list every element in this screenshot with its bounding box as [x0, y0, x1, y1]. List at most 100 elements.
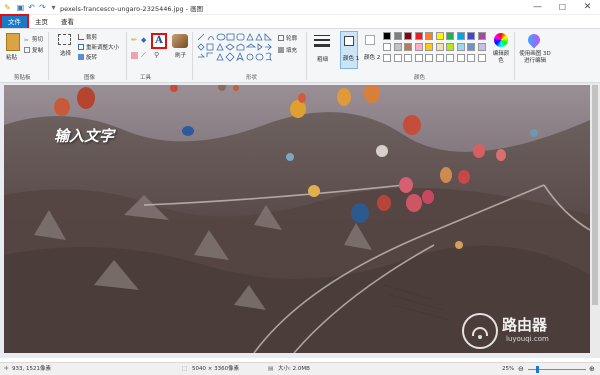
color-swatch[interactable]	[383, 32, 391, 40]
paint-app-icon: ✎	[4, 3, 11, 12]
select-button[interactable]: 选择	[60, 49, 71, 57]
zoom-slider[interactable]	[528, 366, 586, 373]
close-button[interactable]: ✕	[575, 0, 600, 15]
cut-button[interactable]: ✂ 剪切	[24, 35, 43, 44]
shapes-group-label: 形状	[246, 75, 258, 81]
color-swatch[interactable]	[414, 43, 423, 51]
edit-colors-button[interactable]: 编辑颜色	[492, 51, 510, 65]
minimize-button[interactable]: —	[525, 0, 550, 15]
outline-button[interactable]: 轮廓	[278, 34, 297, 42]
pencil-icon[interactable]: ✏	[131, 37, 138, 44]
color-swatch[interactable]	[435, 54, 444, 62]
color-swatch[interactable]	[456, 43, 465, 51]
save-icon[interactable]: ▣	[16, 3, 25, 12]
color-swatch[interactable]	[467, 43, 475, 51]
selection-icon: ⬚	[182, 366, 188, 372]
color1-swatch	[344, 36, 354, 46]
brush-icon[interactable]	[172, 34, 188, 48]
canvas-overlay-text[interactable]: 输入文字	[54, 125, 114, 146]
divider	[48, 32, 49, 80]
colors-group-label: 颜色	[414, 75, 426, 81]
tab-file[interactable]: 文件	[0, 14, 29, 30]
wifi-dot-icon	[478, 335, 482, 339]
color-swatch[interactable]	[383, 43, 391, 51]
ribbon: 粘贴 ✂ 剪切 复制 剪贴板 选择 裁剪 重新调整大小 旋转 图像 ✏ ◆ ⟋ A…	[0, 28, 600, 83]
color-swatch[interactable]	[435, 43, 444, 51]
paste-button[interactable]: 粘贴	[6, 53, 17, 61]
color-swatch[interactable]	[435, 32, 444, 40]
color-swatch[interactable]	[393, 43, 402, 51]
fill-icon[interactable]: ◆	[141, 37, 148, 44]
paint3d-icon[interactable]	[525, 31, 543, 49]
edit-colors-icon[interactable]	[494, 33, 508, 47]
cursor-icon: ✛	[4, 366, 9, 372]
zoom-in-button[interactable]: ⊕	[589, 363, 595, 375]
resize-button[interactable]: 重新调整大小	[78, 43, 119, 51]
color-swatch[interactable]	[393, 54, 402, 62]
color-swatch[interactable]	[425, 54, 433, 62]
color-swatch[interactable]	[456, 54, 465, 62]
divider	[192, 32, 193, 80]
divider	[514, 32, 515, 80]
color-swatch[interactable]	[404, 54, 412, 62]
color2-button[interactable]: 颜色 2	[362, 31, 380, 69]
fill-button[interactable]: 填充	[278, 46, 297, 54]
color-swatch[interactable]	[477, 32, 486, 40]
color-swatch[interactable]	[425, 43, 433, 51]
color-swatch[interactable]	[414, 32, 423, 40]
redo-icon[interactable]: ↷	[38, 3, 47, 12]
title-bar: ✎ ▣ ↶ ↷ ▾ pexels-francesco-ungaro-232544…	[0, 0, 600, 15]
color-swatch[interactable]	[425, 32, 433, 40]
zoom-slider-thumb[interactable]	[536, 366, 539, 373]
brushes-button[interactable]: 刷子	[175, 51, 186, 59]
color-swatch[interactable]	[446, 43, 454, 51]
color1-button[interactable]: 颜色 1	[340, 31, 360, 69]
thickness-button[interactable]: 粗细	[317, 55, 328, 63]
watermark-brand: 路由器	[502, 316, 548, 334]
vertical-scrollbar[interactable]	[590, 83, 600, 358]
paste-icon[interactable]	[6, 33, 20, 51]
copy-button[interactable]: 复制	[24, 46, 43, 54]
color-swatch[interactable]	[414, 54, 423, 62]
color-swatch[interactable]	[446, 54, 454, 62]
color-swatch[interactable]	[477, 54, 486, 62]
eraser-icon[interactable]	[131, 52, 138, 59]
color-picker-icon[interactable]: ⟋	[141, 52, 148, 59]
color-swatch[interactable]	[446, 32, 454, 40]
color2-label: 颜色 2	[364, 55, 381, 61]
color-swatch[interactable]	[477, 43, 486, 51]
shapes-gallery[interactable]	[196, 32, 274, 66]
thickness-line-3[interactable]	[314, 44, 330, 47]
scissors-icon: ✂	[24, 38, 29, 44]
crop-button[interactable]: 裁剪	[78, 33, 97, 41]
tab-home[interactable]: 主页	[35, 16, 48, 28]
rotate-button[interactable]: 旋转	[78, 53, 97, 61]
color-swatch[interactable]	[456, 32, 465, 40]
color-swatch[interactable]	[393, 32, 402, 40]
thickness-line-2[interactable]	[314, 39, 330, 41]
ribbon-tabs: 文件 主页 查看	[0, 14, 600, 30]
tab-view[interactable]: 查看	[61, 16, 74, 28]
color-swatch[interactable]	[467, 54, 475, 62]
divider	[126, 32, 127, 80]
maximize-button[interactable]: ☐	[550, 0, 575, 15]
outline-icon	[278, 35, 284, 41]
color-swatch[interactable]	[467, 32, 475, 40]
text-tool-button[interactable]: A	[151, 33, 167, 49]
color1-label: 颜色 1	[343, 56, 360, 62]
router-logo-icon	[462, 313, 498, 349]
thickness-line-1[interactable]	[314, 35, 330, 36]
clipboard-group-label: 剪贴板	[14, 75, 31, 81]
color-swatch[interactable]	[383, 54, 391, 62]
paint3d-button[interactable]: 使用画图 3D 进行编辑	[517, 51, 553, 65]
color-swatch[interactable]	[404, 43, 412, 51]
scroll-thumb[interactable]	[592, 85, 598, 305]
zoom-out-button[interactable]: ⊖	[518, 363, 524, 375]
color-swatch[interactable]	[404, 32, 412, 40]
divider	[306, 32, 307, 80]
select-icon[interactable]	[58, 34, 71, 45]
customize-quick-access-icon[interactable]: ▾	[49, 3, 58, 12]
status-bar: ✛ 933, 1521像素 ⬚ 5040 × 3360像素 ▤ 大小: 2.0M…	[0, 362, 600, 375]
magnifier-icon[interactable]: ⚲	[154, 52, 161, 59]
undo-icon[interactable]: ↶	[27, 3, 36, 12]
